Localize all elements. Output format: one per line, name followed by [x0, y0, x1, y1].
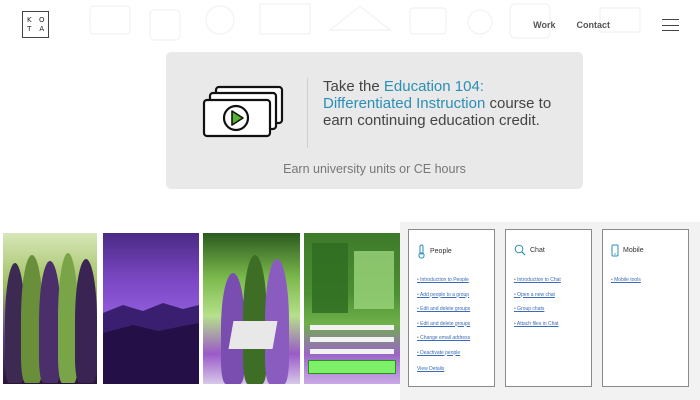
- card-link[interactable]: Open a new chat: [514, 288, 561, 303]
- card-header: Mobile: [611, 244, 644, 257]
- card-link[interactable]: Edit and delete groups: [417, 302, 470, 317]
- mountain-landscape-photo[interactable]: [103, 233, 199, 384]
- hamburger-menu-icon[interactable]: [662, 19, 679, 31]
- people-card: People Introduction to People Add people…: [408, 229, 495, 387]
- top-nav: Work Contact: [533, 20, 610, 30]
- card-link[interactable]: Deactivate people: [417, 346, 470, 361]
- chat-card: Chat Introduction to Chat Open a new cha…: [505, 229, 592, 387]
- card-link[interactable]: Group chats: [514, 302, 561, 317]
- card-header: People: [417, 244, 452, 259]
- video-course-icon: [202, 85, 284, 138]
- card-title: Chat: [530, 246, 545, 254]
- thermometer-icon: [418, 244, 425, 259]
- card-link[interactable]: Introduction to Chat: [514, 273, 561, 288]
- card-link[interactable]: Add people to a group: [417, 288, 470, 303]
- course-banner[interactable]: Take the Education 104: Differentiated I…: [166, 52, 583, 189]
- logo-letter: K: [26, 15, 32, 24]
- card-link[interactable]: Attach files in Chat: [514, 317, 561, 332]
- student-computer-photo[interactable]: [304, 233, 400, 384]
- kota-logo[interactable]: K O T A: [22, 11, 49, 38]
- card-link[interactable]: Change email address: [417, 331, 470, 346]
- mobile-card: Mobile Mobile tools: [602, 229, 689, 387]
- friends-laptop-photo[interactable]: [203, 233, 300, 384]
- card-link[interactable]: Introduction to People: [417, 273, 470, 288]
- card-title: People: [430, 248, 452, 255]
- banner-subtext: Earn university units or CE hours: [283, 162, 466, 176]
- banner-divider: [307, 78, 308, 148]
- card-title: Mobile: [623, 247, 644, 254]
- logo-letter: O: [38, 15, 45, 24]
- mobile-phone-icon: [611, 244, 619, 257]
- chat-search-icon: [514, 244, 526, 256]
- mountain-silhouette: [103, 303, 199, 384]
- card-link[interactable]: Edit and delete groups: [417, 317, 470, 332]
- card-link-list: Introduction to People Add people to a g…: [417, 273, 470, 360]
- banner-headline: Take the Education 104: Differentiated I…: [323, 78, 563, 129]
- logo-letter: T: [27, 24, 32, 33]
- group-photo-students[interactable]: [3, 233, 97, 384]
- view-details-link[interactable]: View Details: [417, 366, 444, 372]
- card-link-list: Introduction to Chat Open a new chat Gro…: [514, 273, 561, 331]
- card-link-list: Mobile tools: [611, 273, 641, 288]
- card-link[interactable]: Mobile tools: [611, 273, 641, 288]
- banner-text-prefix: Take the: [323, 78, 384, 95]
- nav-link-contact[interactable]: Contact: [577, 20, 611, 30]
- logo-letter: A: [39, 24, 45, 33]
- card-header: Chat: [514, 244, 545, 256]
- nav-link-work[interactable]: Work: [533, 20, 555, 30]
